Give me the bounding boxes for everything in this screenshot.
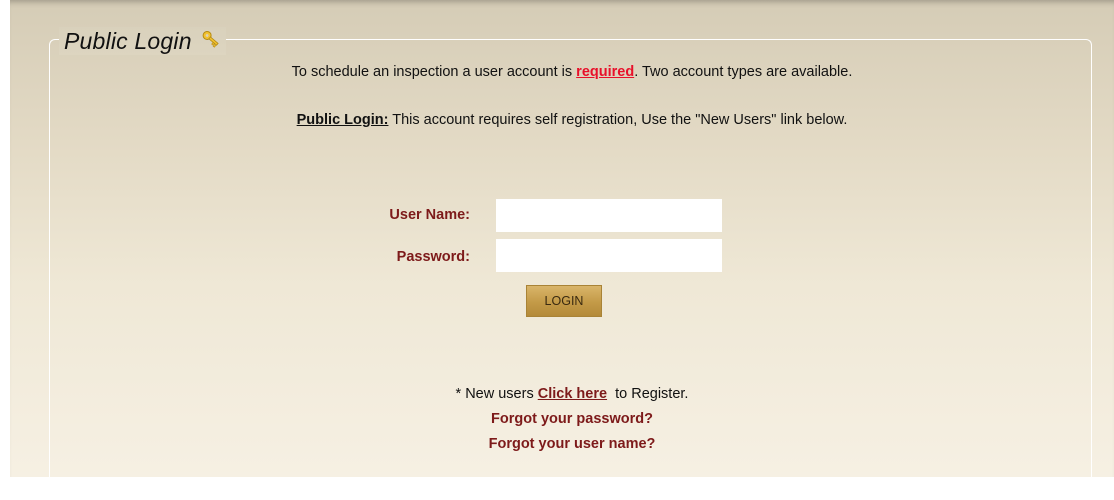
public-login-label: Public Login: bbox=[296, 112, 389, 128]
login-button[interactable]: LOGIN bbox=[526, 285, 602, 317]
register-link[interactable]: Click here bbox=[538, 386, 607, 402]
username-input[interactable] bbox=[496, 199, 722, 232]
required-link[interactable]: required bbox=[576, 64, 634, 80]
fieldset-legend: Public Login bbox=[59, 27, 226, 55]
password-input[interactable] bbox=[496, 239, 722, 272]
new-users-line: * New users Click here to Register. bbox=[0, 386, 1114, 402]
new-users-suffix: to Register. bbox=[607, 386, 689, 402]
intro-text: To schedule an inspection a user account… bbox=[0, 64, 1114, 80]
public-login-note: Public Login: This account requires self… bbox=[0, 112, 1114, 128]
intro-before: To schedule an inspection a user account… bbox=[291, 64, 577, 80]
forgot-password-link[interactable]: Forgot your password? bbox=[0, 411, 1114, 427]
intro-after: . Two account types are available. bbox=[634, 64, 853, 80]
public-login-text: This account requires self registration,… bbox=[388, 112, 848, 128]
new-users-prefix: * New users bbox=[455, 386, 538, 402]
password-label: Password: bbox=[396, 249, 470, 265]
key-icon bbox=[198, 30, 220, 52]
username-label: User Name: bbox=[389, 207, 470, 223]
forgot-username-link[interactable]: Forgot your user name? bbox=[0, 436, 1114, 452]
legend-title: Public Login bbox=[64, 27, 192, 54]
